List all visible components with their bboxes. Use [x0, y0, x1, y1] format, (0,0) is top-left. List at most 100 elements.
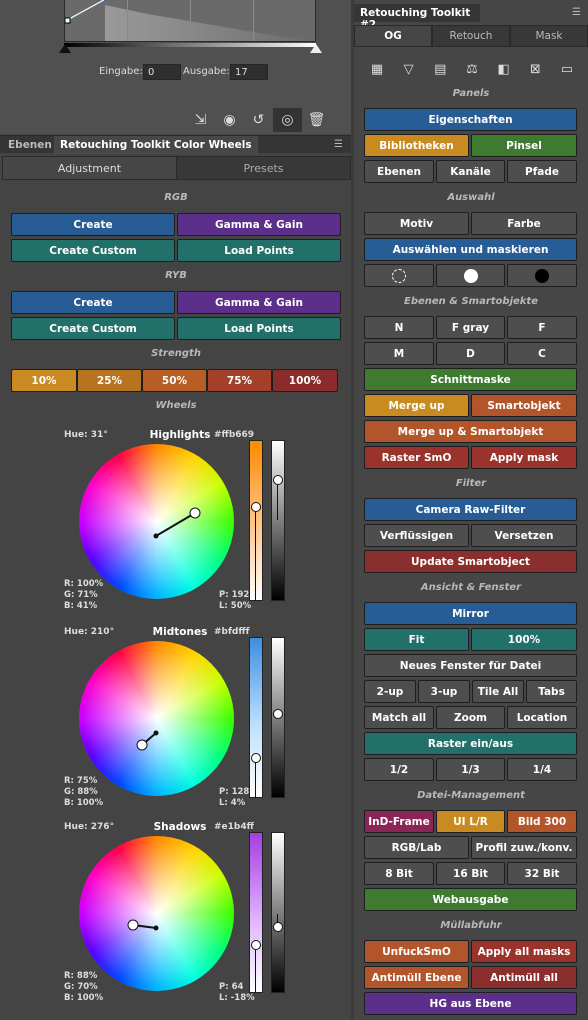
- hue-saturation-slider[interactable]: [249, 440, 263, 601]
- kanaele-button[interactable]: Kanäle: [436, 160, 505, 183]
- tab-mask[interactable]: Mask: [510, 25, 588, 47]
- ryb-gamma-gain-button[interactable]: Gamma & Gain: [177, 291, 341, 314]
- view-previous-icon[interactable]: ◉: [215, 108, 244, 132]
- luminance-knob[interactable]: [273, 709, 283, 719]
- tab-presets[interactable]: Presets: [176, 156, 351, 180]
- f-button[interactable]: F: [507, 316, 577, 339]
- profil-button[interactable]: Profil zuw./konv.: [471, 836, 577, 859]
- bit8-button[interactable]: 8 Bit: [364, 862, 434, 885]
- balance-icon[interactable]: ⚖: [461, 58, 483, 80]
- strength-100-button[interactable]: 100%: [272, 369, 338, 392]
- quarter-button[interactable]: 1/4: [507, 758, 577, 781]
- ui-lr-button[interactable]: UI L/R: [436, 810, 505, 833]
- saturation-knob[interactable]: [251, 940, 261, 950]
- update-smartobject-button[interactable]: Update Smartobject: [364, 550, 577, 573]
- merge-up-smartobjekt-button[interactable]: Merge up & Smartobjekt: [364, 420, 577, 443]
- hue-saturation-slider[interactable]: [249, 832, 263, 993]
- versetzen-button[interactable]: Versetzen: [471, 524, 577, 547]
- camera-raw-filter-button[interactable]: Camera Raw-Filter: [364, 498, 577, 521]
- apply-mask-button[interactable]: Apply mask: [471, 446, 577, 469]
- saturation-knob[interactable]: [251, 502, 261, 512]
- apply-all-masks-button[interactable]: Apply all masks: [471, 940, 577, 963]
- mirror-button[interactable]: Mirror: [364, 602, 577, 625]
- strength-50-button[interactable]: 50%: [142, 369, 207, 392]
- vignette-icon[interactable]: ⊠: [524, 58, 546, 80]
- luminance-slider[interactable]: [271, 440, 285, 601]
- hue-saturation-slider[interactable]: [249, 637, 263, 798]
- webausgabe-button[interactable]: Webausgabe: [364, 888, 577, 911]
- saturation-knob[interactable]: [251, 753, 261, 763]
- black-circle-button[interactable]: [507, 264, 577, 287]
- black-point-slider[interactable]: [59, 44, 71, 53]
- tile-all-button[interactable]: Tile All: [472, 680, 524, 703]
- clip-to-layer-icon[interactable]: ⇲: [186, 108, 215, 132]
- match-all-button[interactable]: Match all: [364, 706, 434, 729]
- eigenschaften-button[interactable]: Eigenschaften: [364, 108, 577, 131]
- raster-smo-button[interactable]: Raster SmO: [364, 446, 469, 469]
- zoom-100-button[interactable]: 100%: [471, 628, 577, 651]
- tab-ebenen[interactable]: Ebenen: [2, 136, 58, 154]
- ind-frame-button[interactable]: InD-Frame: [364, 810, 434, 833]
- curve-graph[interactable]: [64, 0, 316, 42]
- right-panel-menu-icon[interactable]: ☰: [572, 7, 581, 18]
- neues-fenster-button[interactable]: Neues Fenster für Datei: [364, 654, 577, 677]
- rgb-load-points-button[interactable]: Load Points: [177, 239, 341, 262]
- rgb-lab-button[interactable]: RGB/Lab: [364, 836, 469, 859]
- half-button[interactable]: 1/2: [364, 758, 434, 781]
- bit16-button[interactable]: 16 Bit: [436, 862, 505, 885]
- funnel-icon[interactable]: ▽: [398, 58, 420, 80]
- strength-75-button[interactable]: 75%: [207, 369, 272, 392]
- gradient-icon[interactable]: ▭: [556, 58, 578, 80]
- bild-300-button[interactable]: Bild 300: [507, 810, 577, 833]
- eingabe-field[interactable]: 0: [143, 64, 181, 80]
- tab-adjustment[interactable]: Adjustment: [2, 156, 177, 180]
- luminance-slider[interactable]: [271, 832, 285, 993]
- raster-ein-aus-button[interactable]: Raster ein/aus: [364, 732, 577, 755]
- merge-up-button[interactable]: Merge up: [364, 394, 469, 417]
- auswaehlen-maskieren-button[interactable]: Auswählen und maskieren: [364, 238, 577, 261]
- ebenen-button[interactable]: Ebenen: [364, 160, 434, 183]
- m-button[interactable]: M: [364, 342, 434, 365]
- hg-aus-ebene-button[interactable]: HG aus Ebene: [364, 992, 577, 1015]
- strength-10-button[interactable]: 10%: [11, 369, 77, 392]
- schnittmaske-button[interactable]: Schnittmaske: [364, 368, 577, 391]
- antimuell-ebene-button[interactable]: Antimüll Ebene: [364, 966, 469, 989]
- d-button[interactable]: D: [436, 342, 505, 365]
- ryb-create-custom-button[interactable]: Create Custom: [11, 317, 175, 340]
- antimuell-all-button[interactable]: Antimüll all: [471, 966, 577, 989]
- tab-og[interactable]: OG: [354, 25, 432, 47]
- fit-button[interactable]: Fit: [364, 628, 469, 651]
- verfluessigen-button[interactable]: Verflüssigen: [364, 524, 469, 547]
- grid-icon[interactable]: ▦: [366, 58, 388, 80]
- tab-retouch[interactable]: Retouch: [432, 25, 510, 47]
- pfade-button[interactable]: Pfade: [507, 160, 577, 183]
- unfuck-smo-button[interactable]: UnfuckSmO: [364, 940, 469, 963]
- zoom-button[interactable]: Zoom: [436, 706, 505, 729]
- two-up-button[interactable]: 2-up: [364, 680, 416, 703]
- panel-menu-icon[interactable]: ☰: [334, 139, 343, 150]
- pinsel-button[interactable]: Pinsel: [471, 134, 577, 157]
- white-circle-button[interactable]: [436, 264, 505, 287]
- ryb-create-button[interactable]: Create: [11, 291, 175, 314]
- smartobjekt-button[interactable]: Smartobjekt: [471, 394, 577, 417]
- luminance-knob[interactable]: [273, 922, 283, 932]
- bit32-button[interactable]: 32 Bit: [507, 862, 577, 885]
- location-button[interactable]: Location: [507, 706, 577, 729]
- motiv-button[interactable]: Motiv: [364, 212, 469, 235]
- white-point-slider[interactable]: [310, 44, 322, 53]
- contrast-icon[interactable]: ◧: [493, 58, 515, 80]
- tab-color-wheels[interactable]: Retouching Toolkit Color Wheels: [54, 136, 258, 154]
- third-button[interactable]: 1/3: [436, 758, 505, 781]
- ausgabe-field[interactable]: 17: [230, 64, 268, 80]
- dashed-circle-button[interactable]: [364, 264, 434, 287]
- levels-icon[interactable]: ▤: [429, 58, 451, 80]
- visibility-icon[interactable]: ◎: [273, 108, 302, 132]
- reset-icon[interactable]: ↺: [244, 108, 273, 132]
- farbe-button[interactable]: Farbe: [471, 212, 577, 235]
- three-up-button[interactable]: 3-up: [418, 680, 470, 703]
- luminance-knob[interactable]: [273, 475, 283, 485]
- fgray-button[interactable]: F gray: [436, 316, 505, 339]
- rgb-create-custom-button[interactable]: Create Custom: [11, 239, 175, 262]
- n-button[interactable]: N: [364, 316, 434, 339]
- tabs-button[interactable]: Tabs: [526, 680, 577, 703]
